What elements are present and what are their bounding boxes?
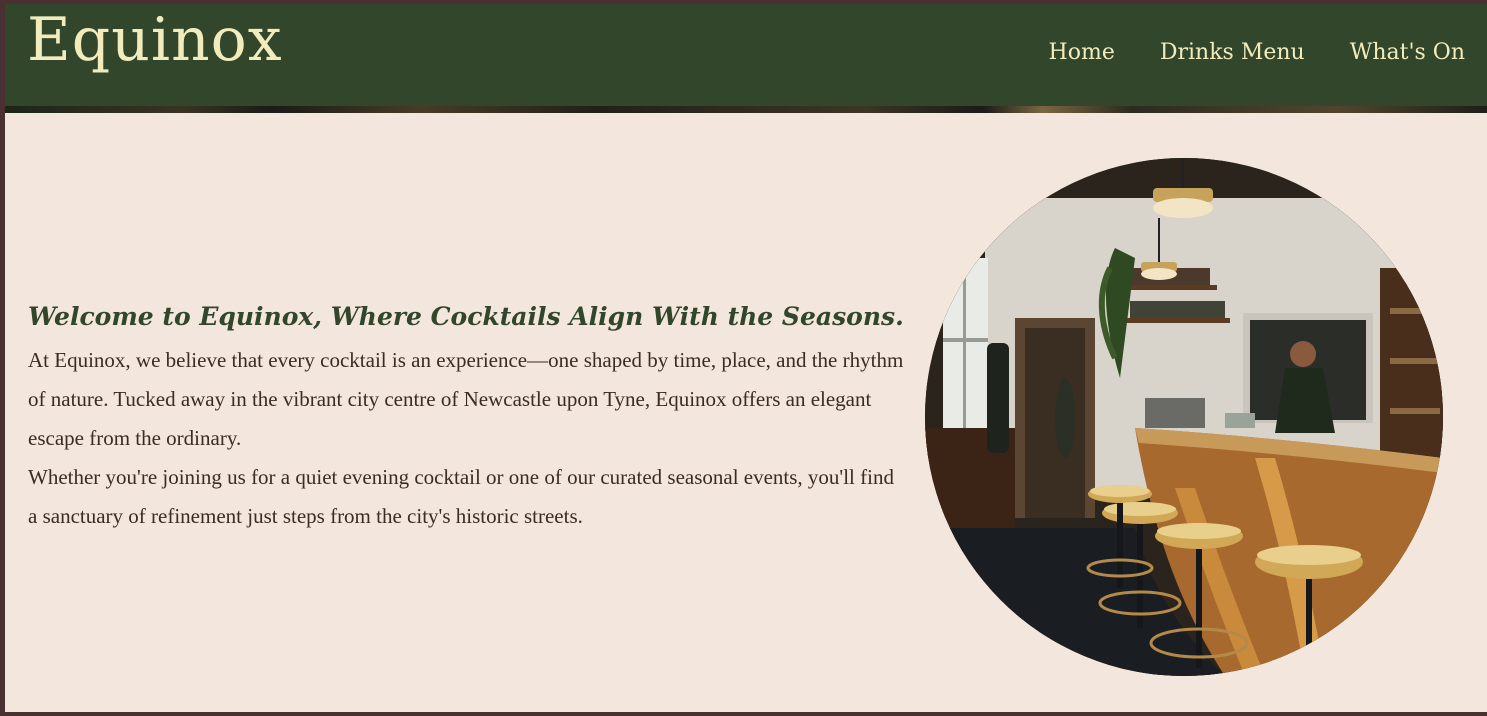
intro-paragraph-2: Whether you're joining us for a quiet ev… bbox=[28, 465, 894, 528]
brand-logo[interactable]: Equinox bbox=[27, 10, 283, 70]
hero-image-strip bbox=[5, 106, 1487, 113]
bar-interior-illustration bbox=[925, 158, 1443, 676]
site-header: Equinox Home Drinks Menu What's On bbox=[5, 4, 1487, 106]
welcome-title: Welcome to Equinox, Where Cocktails Alig… bbox=[28, 302, 904, 331]
bar-interior-photo bbox=[925, 158, 1443, 676]
intro-paragraph-1: At Equinox, we believe that every cockta… bbox=[28, 348, 904, 450]
nav-link-whats-on[interactable]: What's On bbox=[1350, 42, 1465, 64]
main-nav: Home Drinks Menu What's On bbox=[1049, 42, 1465, 64]
nav-link-home[interactable]: Home bbox=[1049, 42, 1115, 64]
page-frame: Equinox Home Drinks Menu What's On Welco… bbox=[5, 4, 1487, 712]
welcome-text: At Equinox, we believe that every cockta… bbox=[28, 341, 908, 536]
nav-link-drinks-menu[interactable]: Drinks Menu bbox=[1160, 42, 1305, 64]
